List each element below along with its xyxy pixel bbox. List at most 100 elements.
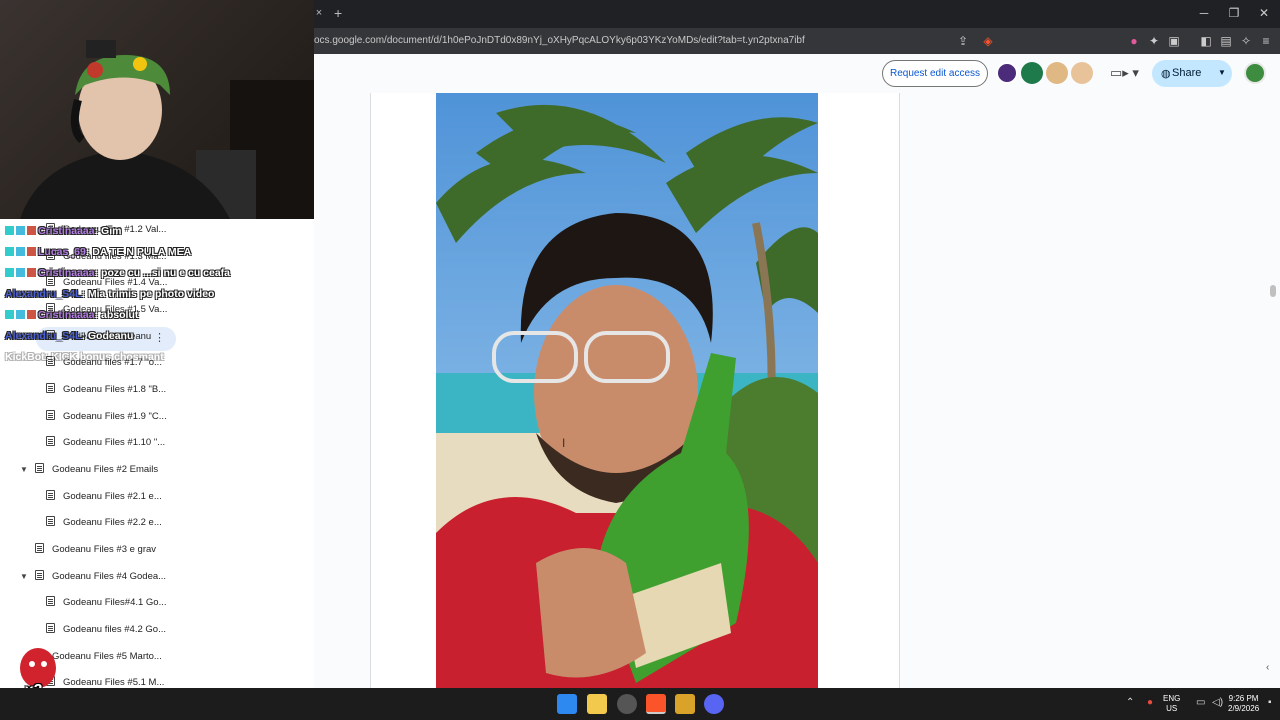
outline-item[interactable]: Godeanu Files #3 e grav bbox=[35, 541, 156, 559]
document-icon bbox=[35, 463, 44, 473]
sword-badge-icon bbox=[5, 226, 14, 235]
outline-item[interactable]: Godeanu Files#4.1 Go... bbox=[46, 594, 167, 612]
chat-username[interactable]: Alexandru_S4L bbox=[5, 288, 81, 300]
close-window-button[interactable]: ✕ bbox=[1250, 4, 1278, 22]
webcam-overlay bbox=[0, 0, 314, 219]
language-indicator[interactable]: ENG US bbox=[1163, 694, 1180, 714]
gift-badge-icon bbox=[27, 310, 36, 319]
outline-item-label: Godeanu Files #2 Emails bbox=[52, 464, 159, 475]
chat-text: absolut bbox=[101, 309, 139, 321]
outline-item-label: Godeanu Files#4.1 Go... bbox=[63, 597, 167, 608]
chat-username[interactable]: Cristinaaaa bbox=[38, 225, 95, 237]
brave-shield-icon[interactable]: ◈ bbox=[980, 33, 996, 49]
outline-item[interactable]: Godeanu Files #2 Emails bbox=[35, 461, 158, 479]
menu-icon[interactable]: ≡ bbox=[1258, 33, 1274, 49]
leo-ai-icon[interactable]: ✧ bbox=[1238, 33, 1254, 49]
minimize-button[interactable]: ─ bbox=[1190, 4, 1218, 22]
microphone-icon[interactable]: ● bbox=[1147, 697, 1153, 708]
url-field[interactable]: ocs.google.com/document/d/1h0ePoJnDTd0x8… bbox=[314, 35, 805, 46]
gift-badge-icon bbox=[27, 226, 36, 235]
outline-item-label: Godeanu Files #1.8 "B... bbox=[63, 384, 167, 395]
lang-line1: ENG bbox=[1163, 694, 1181, 703]
outline-item-label: Godeanu Files #2.1 e... bbox=[63, 491, 162, 502]
collaborator-avatar[interactable] bbox=[1021, 62, 1043, 84]
chat-message: Lucas_69: DA TE N PULA MEA bbox=[5, 246, 191, 258]
network-icon[interactable]: ▭ bbox=[1196, 697, 1205, 708]
tray-overflow-icon[interactable]: ⌃ bbox=[1126, 697, 1134, 708]
collapse-caret-icon[interactable]: ▼ bbox=[20, 461, 28, 479]
extension-icon[interactable]: ● bbox=[1126, 33, 1142, 49]
outline-item-label: Godeanu Files #5.1 M... bbox=[63, 677, 165, 688]
share-page-icon[interactable]: ⇪ bbox=[955, 33, 971, 49]
outline-item[interactable]: Godeanu Files #2.1 e... bbox=[46, 488, 162, 506]
lang-line2: US bbox=[1166, 704, 1178, 713]
chat-username[interactable]: Alexandru_S4L bbox=[5, 330, 81, 342]
app-icon[interactable] bbox=[675, 694, 695, 714]
sidebar-toggle-icon[interactable]: ◧ bbox=[1198, 33, 1214, 49]
chevron-down-icon[interactable]: ▼ bbox=[1218, 68, 1226, 77]
collaborator-avatar[interactable] bbox=[1071, 62, 1093, 84]
chat-text: Gim bbox=[101, 225, 122, 237]
chat-username[interactable]: KickBot bbox=[5, 351, 45, 363]
brave-browser-icon[interactable] bbox=[646, 694, 666, 714]
notification-icon[interactable]: ▪ bbox=[1268, 697, 1272, 708]
side-panel-chevron-icon[interactable]: ‹ bbox=[1266, 662, 1269, 673]
document-icon bbox=[46, 410, 55, 420]
chat-username[interactable]: Lucas_69 bbox=[38, 246, 86, 258]
wallet-icon[interactable]: ▤ bbox=[1218, 33, 1234, 49]
chat-message: Alexandru_S4L: Godeanu bbox=[5, 330, 134, 342]
document-page bbox=[370, 93, 900, 688]
meet-video-icon[interactable]: ▭▸ ▾ bbox=[1110, 65, 1139, 81]
outline-item-label: Godeanu Files #1.10 "... bbox=[63, 437, 166, 448]
outline-item[interactable]: Godeanu Files #1.10 "... bbox=[46, 434, 165, 452]
chat-text: KICK bonus chosmant bbox=[51, 351, 164, 363]
windows-taskbar: ⌃ ● ENG US ▭ ◁) 9:26 PM 2/9/2026 ▪ bbox=[0, 688, 1280, 720]
more-options-icon[interactable]: ⋮ bbox=[154, 331, 165, 344]
chat-text: poze cu ...si nu e cu ceafa bbox=[101, 267, 231, 279]
globe-icon: ◍ bbox=[1161, 68, 1171, 80]
collaborator-avatar[interactable] bbox=[1046, 62, 1068, 84]
share-button[interactable]: ◍ Share ▼ bbox=[1152, 60, 1232, 87]
document-icon bbox=[46, 383, 55, 393]
sub-badge-icon bbox=[16, 268, 25, 277]
outline-item[interactable]: Godeanu Files #4 Godea... bbox=[35, 568, 166, 586]
profile-avatar[interactable] bbox=[1244, 62, 1266, 84]
chat-username[interactable]: Cristinaaaa bbox=[38, 267, 95, 279]
file-explorer-icon[interactable] bbox=[587, 694, 607, 714]
document-icon bbox=[46, 490, 55, 500]
sub-badge-icon bbox=[16, 226, 25, 235]
embedded-photo[interactable] bbox=[436, 93, 818, 688]
sword-badge-icon bbox=[5, 310, 14, 319]
outline-item[interactable]: Godeanu Files #1.9 "C... bbox=[46, 408, 167, 426]
obs-icon[interactable] bbox=[617, 694, 637, 714]
new-tab-button[interactable]: + bbox=[334, 5, 342, 21]
docs-toolbar: Request edit access ▭▸ ▾ ◍ Share ▼ bbox=[314, 54, 1280, 93]
chat-message: KickBot: KICK bonus chosmant bbox=[5, 351, 164, 363]
outline-item-label: Godeanu Files #5 Marto... bbox=[52, 651, 162, 662]
chat-message: Cristinaaaa: Gim bbox=[5, 225, 121, 237]
restore-button[interactable]: ❐ bbox=[1220, 4, 1248, 22]
chat-message: Cristinaaaa: poze cu ...si nu e cu ceafa bbox=[5, 267, 230, 279]
collapse-caret-icon[interactable]: ▼ bbox=[20, 568, 28, 586]
volume-icon[interactable]: ◁) bbox=[1212, 697, 1223, 708]
gift-badge-icon bbox=[27, 247, 36, 256]
media-icon[interactable]: ▣ bbox=[1166, 33, 1182, 49]
extensions-puzzle-icon[interactable]: ✦ bbox=[1146, 33, 1162, 49]
document-icon bbox=[35, 570, 44, 580]
start-menu-icon[interactable] bbox=[557, 694, 577, 714]
close-tab-icon[interactable]: × bbox=[312, 6, 326, 20]
request-edit-access-button[interactable]: Request edit access bbox=[882, 60, 988, 87]
document-icon bbox=[46, 596, 55, 606]
chat-text: Godeanu bbox=[87, 330, 134, 342]
outline-item[interactable]: Godeanu Files #1.8 "B... bbox=[46, 381, 166, 399]
outline-item[interactable]: Godeanu Files #2.2 e... bbox=[46, 514, 162, 532]
outline-item[interactable]: Godeanu files #4.2 Go... bbox=[46, 621, 166, 639]
discord-icon[interactable] bbox=[704, 694, 724, 714]
clock[interactable]: 9:26 PM 2/9/2026 bbox=[1228, 694, 1259, 714]
outline-item-label: Godeanu Files #3 e grav bbox=[52, 544, 157, 555]
gift-badge-icon bbox=[27, 268, 36, 277]
collaborator-avatar[interactable] bbox=[996, 62, 1018, 84]
document-icon bbox=[35, 543, 44, 553]
chat-username[interactable]: Cristinaaaa bbox=[38, 309, 95, 321]
scrollbar-thumb[interactable] bbox=[1270, 285, 1276, 297]
